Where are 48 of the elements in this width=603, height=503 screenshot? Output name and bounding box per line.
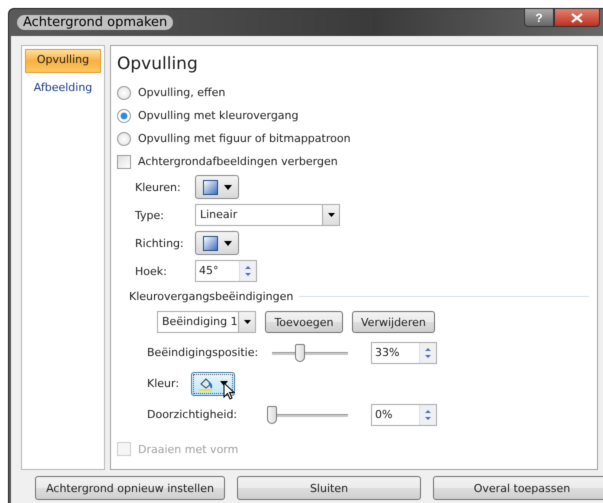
group-title: Kleurovergangsbeëindigingen <box>129 290 294 302</box>
checkbox-label[interactable]: Achtergrondafbeeldingen verbergen <box>138 155 338 168</box>
spin-arrows-icon[interactable] <box>239 261 256 281</box>
stop-button[interactable]: Verwijderen <box>352 311 435 333</box>
gradient-swatch-icon <box>202 236 218 250</box>
radio-button[interactable] <box>117 132 131 146</box>
sidebar-item[interactable]: Opvulling <box>25 49 101 73</box>
transparency-spin-field[interactable]: 0% <box>371 404 437 426</box>
caret-icon <box>244 320 250 324</box>
panel-heading: Opvulling <box>117 54 199 76</box>
radio-label[interactable]: Opvulling met figuur of bitmappatroon <box>138 132 351 145</box>
field-label: Kleuren: <box>135 180 182 194</box>
radio-label[interactable]: Opvulling met kleurovergang <box>138 109 298 122</box>
checkbox[interactable] <box>117 154 131 168</box>
direction-dropdown-button[interactable] <box>195 231 239 255</box>
caret-icon <box>328 213 334 217</box>
window-title: Achtergrond opmaken <box>17 15 174 30</box>
colors-dropdown-button[interactable] <box>195 175 239 199</box>
dialog-button[interactable]: Overal toepassen <box>433 476 603 500</box>
angle-spin-field[interactable]: 45° <box>195 260 257 282</box>
caret-icon <box>224 240 232 246</box>
color-dropdown-button[interactable] <box>191 372 235 396</box>
gradient-swatch-icon <box>202 180 218 194</box>
sidebar-item[interactable]: Afbeelding <box>25 77 101 99</box>
spin-arrows-icon[interactable] <box>419 404 436 424</box>
paint-bucket-icon <box>198 376 214 390</box>
field-label: Doorzichtigheid: <box>147 408 238 421</box>
field-label: Type: <box>135 208 165 222</box>
mouse-pointer-icon <box>223 382 235 400</box>
caret-icon <box>224 184 232 190</box>
dialog-button[interactable]: Sluiten <box>237 476 421 500</box>
type-dropdown[interactable]: Lineair <box>195 204 340 226</box>
dialog-button[interactable]: Achtergrond opnieuw instellen <box>35 476 225 500</box>
radio-label[interactable]: Opvulling, effen <box>138 86 226 99</box>
field-label: Kleur: <box>147 377 180 390</box>
close-button[interactable] <box>554 9 600 27</box>
slider-thumb[interactable] <box>267 406 277 424</box>
slider-thumb[interactable] <box>295 344 306 362</box>
spin-arrows-icon[interactable] <box>419 342 436 362</box>
field-label: Hoek: <box>135 264 168 278</box>
position-spin-field[interactable]: 33% <box>371 342 437 364</box>
stop-dropdown[interactable]: Beëindiging 1 <box>157 311 256 333</box>
radio-button[interactable] <box>117 108 131 122</box>
stop-button[interactable]: Toevoegen <box>265 311 343 333</box>
field-label: Beëindigingspositie: <box>147 346 260 359</box>
field-label: Richting: <box>135 236 185 250</box>
radio-button[interactable] <box>117 86 131 100</box>
close-icon <box>571 12 583 22</box>
